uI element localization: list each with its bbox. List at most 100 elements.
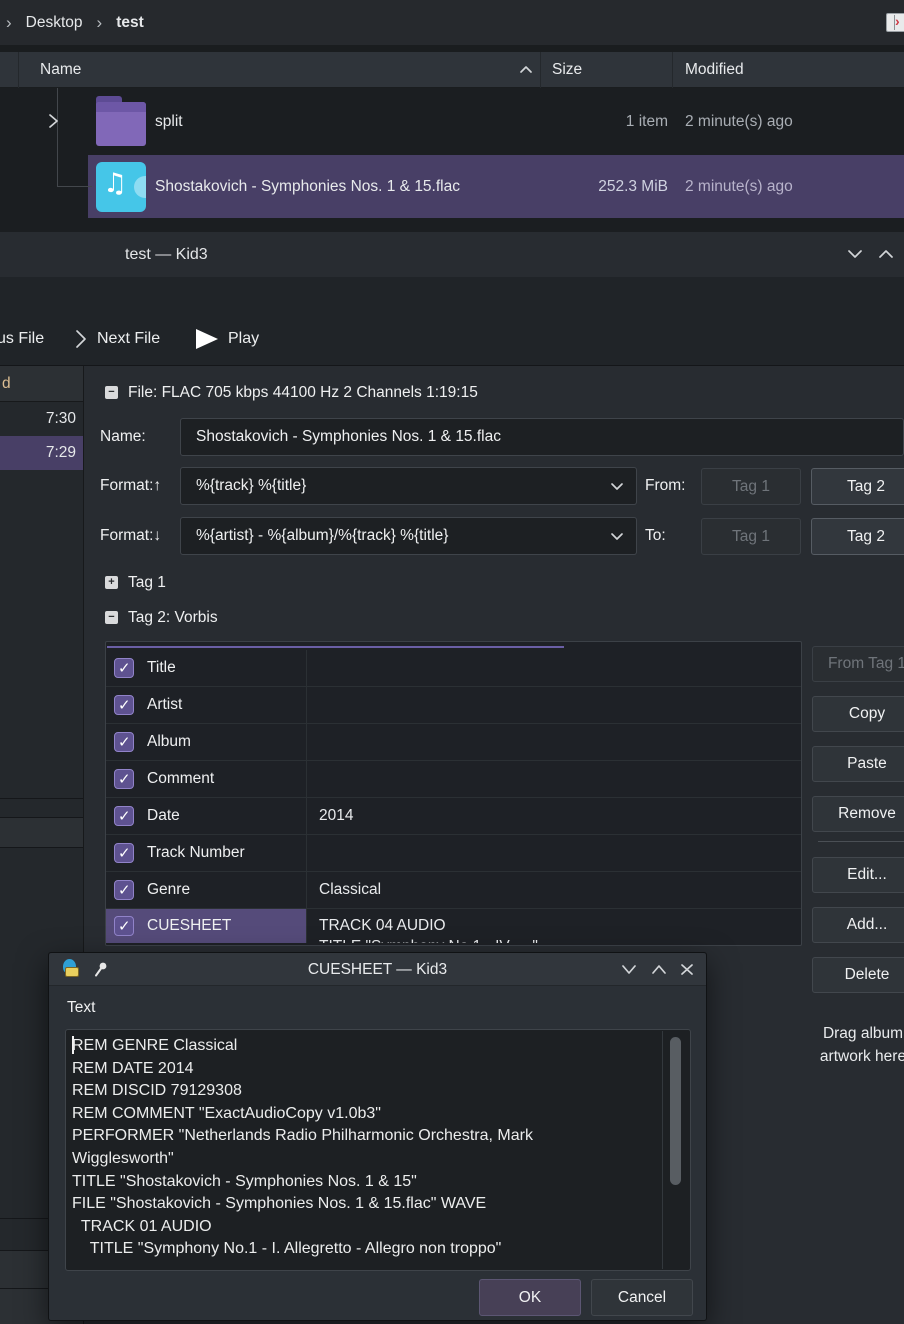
- close-split-view-icon[interactable]: ›: [886, 13, 904, 32]
- tag2-section-header: Tag 2: Vorbis: [128, 605, 218, 631]
- folder-icon[interactable]: [96, 96, 146, 146]
- next-file-button[interactable]: Next File: [97, 311, 160, 366]
- checkbox-cuesheet[interactable]: [114, 916, 134, 936]
- cuesheet-text-area[interactable]: REM GENRE Classical REM DATE 2014 REM DI…: [65, 1029, 691, 1271]
- format-from-filename-combo[interactable]: %{track} %{title}: [180, 467, 637, 505]
- collapse-tag2-icon[interactable]: −: [105, 611, 118, 624]
- format-to-filename-combo[interactable]: %{artist} - %{album}/%{track} %{title}: [180, 517, 637, 555]
- dialog-titlebar[interactable]: CUESHEET — Kid3: [49, 953, 706, 986]
- column-separator: [672, 52, 673, 88]
- add-button[interactable]: Add...: [812, 907, 904, 943]
- play-button[interactable]: Play: [228, 311, 259, 366]
- cuesheet-text: REM GENRE Classical REM DATE 2014 REM DI…: [72, 1035, 632, 1261]
- file-duration-row[interactable]: 7:30: [0, 402, 83, 436]
- to-tag2-button[interactable]: Tag 2: [811, 518, 904, 555]
- tree-line: [57, 88, 58, 186]
- breadcrumb-item-test[interactable]: test: [116, 14, 144, 32]
- file-list-header: Name Size Modified: [0, 52, 904, 88]
- column-header-size[interactable]: Size: [552, 52, 582, 88]
- expand-tag1-icon[interactable]: +: [105, 576, 118, 589]
- checkbox-genre[interactable]: [114, 880, 134, 900]
- column-header-modified[interactable]: Modified: [685, 52, 744, 88]
- value-title[interactable]: [306, 650, 801, 686]
- panel-divider: [0, 798, 83, 799]
- file-row-size: 252.3 MiB: [548, 155, 668, 218]
- kid3-titlebar[interactable]: test — Kid3: [0, 232, 904, 277]
- file-duration-row-selected[interactable]: 7:29: [0, 436, 83, 470]
- to-tag1-button[interactable]: Tag 1: [701, 518, 801, 555]
- filename-input[interactable]: Shostakovich - Symphonies Nos. 1 & 15.fl…: [180, 418, 904, 456]
- from-label: From:: [645, 467, 685, 505]
- delete-button[interactable]: Delete: [812, 957, 904, 993]
- tag1-section-header: Tag 1: [128, 570, 166, 596]
- maximize-icon[interactable]: [650, 962, 668, 977]
- chevron-down-icon: [610, 531, 624, 542]
- name-label: Name:: [100, 418, 146, 456]
- table-row-date[interactable]: Date 2014: [106, 798, 801, 835]
- tree-line: [57, 186, 92, 187]
- expand-arrow-icon[interactable]: [46, 113, 60, 129]
- collapse-file-section-icon[interactable]: −: [105, 386, 118, 399]
- breadcrumb-separator-icon: ›: [6, 13, 12, 33]
- from-tag2-button[interactable]: Tag 2: [811, 468, 904, 505]
- split-arrow-icon: ›: [895, 13, 900, 29]
- value-track-number[interactable]: [306, 835, 801, 871]
- play-icon[interactable]: [194, 328, 220, 350]
- album-artwork-drop-zone[interactable]: Drag album artwork here: [806, 1022, 904, 1068]
- column-separator: [18, 52, 19, 88]
- chevron-down-icon: [610, 481, 624, 492]
- audio-file-icon[interactable]: ♫: [96, 162, 146, 212]
- file-row-modified: 2 minute(s) ago: [685, 155, 793, 218]
- window-title: test — Kid3: [125, 232, 208, 277]
- file-row-name[interactable]: Shostakovich - Symphonies Nos. 1 & 15.fl…: [155, 155, 460, 218]
- value-album[interactable]: [306, 724, 801, 760]
- cuesheet-partial-line: TITLE "Symphony No.1 - IV. …": [319, 936, 538, 943]
- value-date[interactable]: 2014: [306, 798, 801, 834]
- value-artist[interactable]: [306, 687, 801, 723]
- table-row-artist[interactable]: Artist: [106, 687, 801, 724]
- close-icon[interactable]: [678, 962, 696, 977]
- value-comment[interactable]: [306, 761, 801, 797]
- checkbox-date[interactable]: [114, 806, 134, 826]
- column-separator: [540, 52, 541, 88]
- file-row-name[interactable]: split: [155, 88, 183, 155]
- maximize-icon[interactable]: [876, 246, 896, 262]
- value-cuesheet[interactable]: INDEX 01 TRACK 04 AUDIO TITLE "Symphony …: [306, 909, 801, 943]
- table-row-comment[interactable]: Comment: [106, 761, 801, 798]
- remove-button[interactable]: Remove: [812, 796, 904, 832]
- table-row-title[interactable]: Title: [106, 650, 801, 687]
- ok-button[interactable]: OK: [479, 1279, 581, 1316]
- checkbox-title[interactable]: [114, 658, 134, 678]
- table-row-cuesheet-selected[interactable]: CUESHEET INDEX 01 TRACK 04 AUDIO TITLE "…: [106, 909, 801, 943]
- scrollbar-thumb[interactable]: [670, 1037, 681, 1185]
- edit-button[interactable]: Edit...: [812, 857, 904, 893]
- copy-button[interactable]: Copy: [812, 696, 904, 732]
- screen: › Desktop › test › Name Size Modified sp…: [0, 0, 904, 1324]
- file-row-modified: 2 minute(s) ago: [685, 88, 793, 155]
- checkbox-album[interactable]: [114, 732, 134, 752]
- minimize-icon[interactable]: [845, 246, 865, 262]
- previous-file-button[interactable]: us File: [0, 311, 44, 366]
- paste-button[interactable]: Paste: [812, 746, 904, 782]
- column-header-name[interactable]: Name: [40, 52, 81, 88]
- minimize-icon[interactable]: [620, 962, 638, 977]
- checkbox-artist[interactable]: [114, 695, 134, 715]
- breadcrumb-item-desktop[interactable]: Desktop: [26, 14, 83, 32]
- table-row-album[interactable]: Album: [106, 724, 801, 761]
- checkbox-comment[interactable]: [114, 769, 134, 789]
- next-file-icon[interactable]: [72, 328, 90, 350]
- table-row-genre[interactable]: Genre Classical: [106, 872, 801, 909]
- file-row-size: 1 item: [548, 88, 668, 155]
- file-info-header: File: FLAC 705 kbps 44100 Hz 2 Channels …: [128, 380, 478, 406]
- from-tag1-frames-button[interactable]: From Tag 1: [812, 646, 904, 682]
- kid3-toolbar: us File Next File Play: [0, 311, 904, 366]
- value-genre[interactable]: Classical: [306, 872, 801, 908]
- checkbox-track-number[interactable]: [114, 843, 134, 863]
- cancel-button[interactable]: Cancel: [591, 1279, 693, 1316]
- cuesheet-line: TRACK 04 AUDIO: [319, 915, 538, 936]
- divider: [0, 45, 904, 52]
- sort-ascending-icon[interactable]: [518, 64, 534, 76]
- scrollbar-track: [662, 1031, 663, 1269]
- table-row-track-number[interactable]: Track Number: [106, 835, 801, 872]
- from-tag1-button[interactable]: Tag 1: [701, 468, 801, 505]
